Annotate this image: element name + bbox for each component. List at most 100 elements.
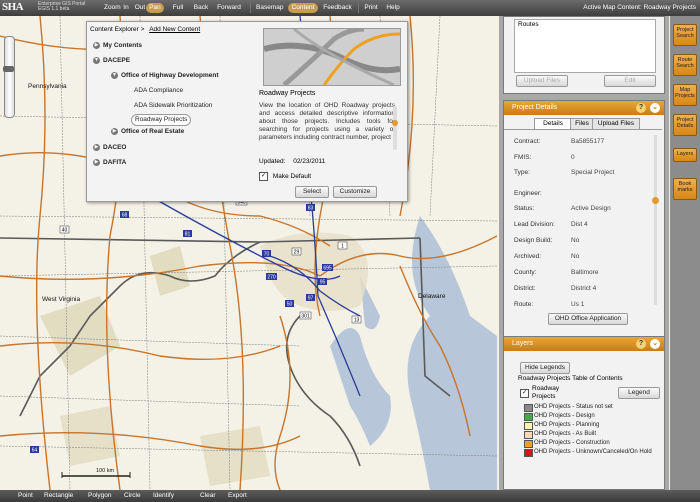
select-button[interactable]: Select xyxy=(295,186,329,198)
us-shield: 1 xyxy=(337,241,348,250)
panel-title: Project Details xyxy=(512,104,558,111)
svg-text:64: 64 xyxy=(32,448,38,454)
circle-tool-button[interactable]: Circle xyxy=(124,491,141,501)
tree-item-daceo[interactable]: ▶ DACEO xyxy=(93,143,126,153)
tab-details[interactable]: Details xyxy=(534,118,572,129)
customize-button[interactable]: Customize xyxy=(333,186,377,198)
pan-button[interactable]: Pan xyxy=(146,3,164,13)
side-tab-layers[interactable]: Layers xyxy=(673,148,697,162)
layer-visibility-checkbox[interactable]: ✓ xyxy=(520,389,529,398)
export-button[interactable]: Export xyxy=(228,491,247,501)
zoom-in-button[interactable]: In xyxy=(120,3,132,13)
back-button[interactable]: Back xyxy=(192,3,210,13)
interstate-shield: 270 xyxy=(266,273,277,281)
clear-button[interactable]: Clear xyxy=(200,491,216,501)
interstate-shield: 50 xyxy=(285,300,294,308)
side-tab-route-search[interactable]: Route Search xyxy=(673,54,697,76)
expand-icon[interactable]: ▶ xyxy=(93,143,100,151)
legend-button[interactable]: Legend xyxy=(618,387,660,399)
tree-item-real-estate[interactable]: ▶ Office of Real Estate xyxy=(111,127,184,137)
help-button[interactable]: Help xyxy=(385,3,401,13)
expand-icon[interactable]: ▶ xyxy=(93,158,100,166)
add-new-content-link[interactable]: Add New Content xyxy=(149,26,200,33)
side-tab-project-search[interactable]: Project Search xyxy=(673,24,697,46)
full-extent-button[interactable]: Full xyxy=(171,3,185,13)
side-tab-map-projects[interactable]: Map Projects xyxy=(673,84,697,106)
tree-item-roadway-projects[interactable]: Roadway Projects xyxy=(131,114,192,126)
basemap-button[interactable]: Basemap xyxy=(256,3,283,13)
details-scrollbar[interactable] xyxy=(654,135,657,305)
explorer-breadcrumb: Content Explorer > Add New Content xyxy=(90,26,200,33)
legend-label: OHD Projects - Planning xyxy=(534,422,600,428)
zoom-slider[interactable] xyxy=(4,36,15,118)
make-default-checkbox[interactable]: ✓ xyxy=(259,172,268,181)
zoom-out-button[interactable]: Out xyxy=(133,3,147,13)
detail-key: County: xyxy=(514,269,537,276)
detail-key: District: xyxy=(514,285,536,292)
side-tab-project-details[interactable]: Project Details xyxy=(673,114,697,136)
ohd-office-application-button[interactable]: OHD Office Application xyxy=(548,313,628,325)
expand-icon[interactable]: ▶ xyxy=(93,41,100,49)
layers-header: Layers ? ⌄ xyxy=(504,337,664,351)
legend-label: OHD Projects - As Built xyxy=(534,431,597,437)
svg-text:68: 68 xyxy=(122,213,128,219)
svg-text:50: 50 xyxy=(287,302,293,308)
preview-title: Roadway Projects xyxy=(259,90,316,97)
make-default-label: Make Default xyxy=(272,173,312,181)
svg-text:97: 97 xyxy=(308,296,314,302)
interstate-shield: 81 xyxy=(183,230,192,238)
help-icon[interactable]: ? xyxy=(636,103,646,113)
detail-value: Dist 4 xyxy=(571,221,588,228)
content-button[interactable]: Content xyxy=(288,3,318,13)
collapse-icon[interactable]: ▼ xyxy=(111,71,118,79)
help-icon[interactable]: ? xyxy=(636,339,646,349)
details-scroll-handle[interactable] xyxy=(652,197,659,204)
tab-divider xyxy=(504,129,662,130)
svg-text:1: 1 xyxy=(341,244,344,250)
zoom-slider-handle[interactable] xyxy=(3,66,14,72)
routes-upload-button[interactable]: Upload Files xyxy=(516,75,568,87)
legend-swatch xyxy=(524,449,533,457)
routes-edit-button[interactable]: Edit xyxy=(604,75,656,87)
feedback-button[interactable]: Feedback xyxy=(323,3,352,13)
tree-label: DACEPE xyxy=(103,57,131,64)
detail-key: Route: xyxy=(514,301,534,308)
preview-map-image xyxy=(264,29,400,85)
tree-item-dafita[interactable]: ▶ DAFITA xyxy=(93,158,126,168)
collapse-icon[interactable]: ▼ xyxy=(93,56,100,64)
side-tab-bookmarks[interactable]: Book marks xyxy=(673,178,697,200)
tree-item-ada-compliance[interactable]: ADA Compliance xyxy=(134,86,183,96)
routes-list[interactable]: Routes xyxy=(514,19,656,73)
tree-item-ohd[interactable]: ▼ Office of Highway Development xyxy=(111,71,219,81)
detail-value: Active Design xyxy=(571,205,611,212)
us-shield: 40 xyxy=(59,225,70,234)
state-label-west-virginia: West Virginia xyxy=(42,296,81,303)
description-scrollbar[interactable] xyxy=(393,106,397,150)
hide-legends-button[interactable]: Hide Legends xyxy=(520,362,570,374)
identify-tool-button[interactable]: Identify xyxy=(153,491,174,501)
tree-item-dacepe[interactable]: ▼ DACEPE xyxy=(93,56,130,66)
forward-button[interactable]: Forward xyxy=(215,3,243,13)
detail-key: Archived: xyxy=(514,253,542,260)
interstate-shield: 68 xyxy=(120,211,129,219)
layer-name: Roadway Projects xyxy=(532,385,559,401)
collapse-panel-icon[interactable]: ⌄ xyxy=(650,103,660,113)
collapse-panel-icon[interactable]: ⌄ xyxy=(650,339,660,349)
rectangle-tool-button[interactable]: Rectangle xyxy=(44,491,73,501)
polygon-tool-button[interactable]: Polygon xyxy=(88,491,112,501)
us-shield: 13 xyxy=(351,315,362,324)
tree-item-ada-sidewalk[interactable]: ADA Sidewalk Prioritization xyxy=(134,101,212,111)
tree-label: DAFITA xyxy=(103,159,127,166)
description-scroll-handle[interactable] xyxy=(392,120,398,126)
tree-label: DACEO xyxy=(103,144,127,151)
print-button[interactable]: Print xyxy=(363,3,379,13)
svg-text:270: 270 xyxy=(267,275,276,281)
us-shield: 301 xyxy=(299,311,312,320)
point-tool-button[interactable]: Point xyxy=(18,491,33,501)
expand-icon[interactable]: ▶ xyxy=(111,127,118,135)
preview-description: View the location of OHD Roadway project… xyxy=(259,102,395,141)
make-default-row: ✓ Make Default xyxy=(259,172,311,181)
tree-item-my-contents[interactable]: ▶ My Contents xyxy=(93,41,142,51)
legend-swatch xyxy=(524,440,533,448)
legend-label: OHD Projects - Status not set xyxy=(534,404,613,410)
